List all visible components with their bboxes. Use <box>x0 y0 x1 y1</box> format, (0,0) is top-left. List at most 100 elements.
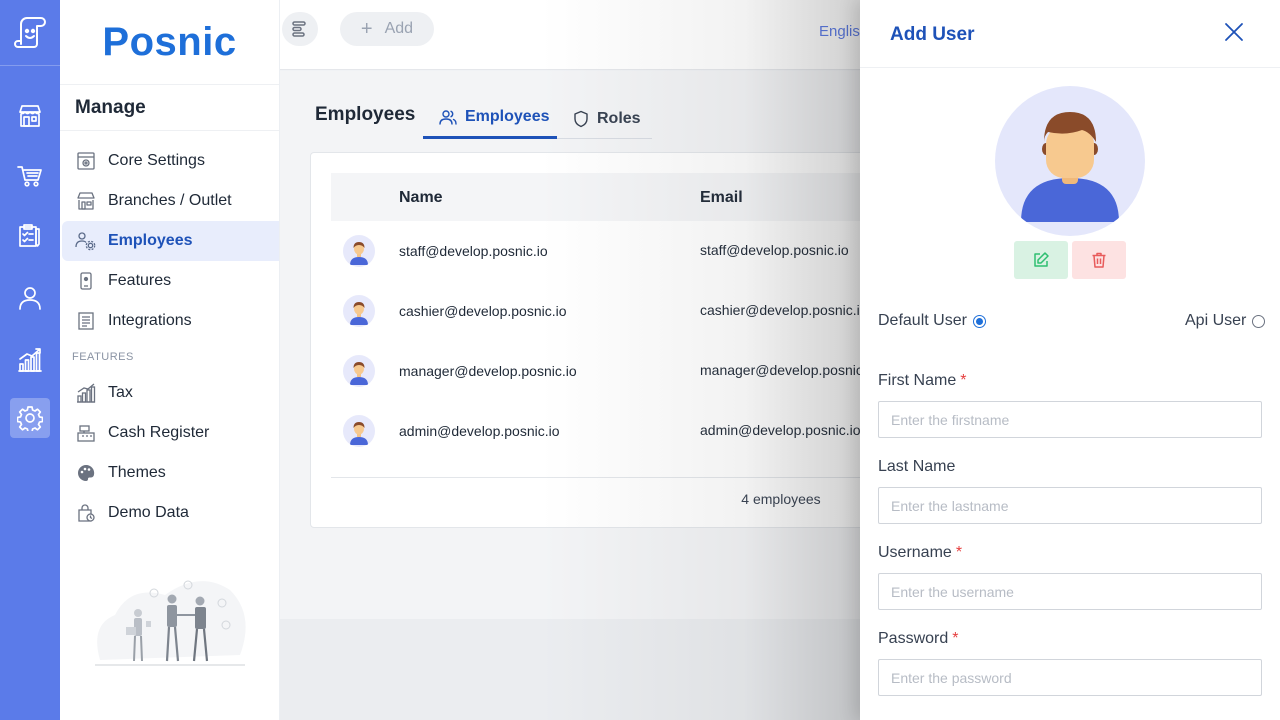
plus-icon: + <box>360 17 373 40</box>
tab-label: Roles <box>597 109 641 127</box>
password-label: Password * <box>878 630 959 647</box>
table-row[interactable]: manager@develop.posnic.io manager@develo… <box>331 341 891 401</box>
rail-users-button[interactable] <box>10 278 50 318</box>
first-name-label: First Name * <box>878 372 967 389</box>
employees-gear-icon <box>75 230 97 252</box>
rail-divider <box>0 65 60 66</box>
clipboard-icon <box>19 224 40 247</box>
app-logo-icon[interactable] <box>10 12 50 52</box>
menu-item-core-settings[interactable]: Core Settings <box>62 141 279 181</box>
chart-icon <box>18 348 42 372</box>
menu-item-tax[interactable]: Tax <box>62 373 279 413</box>
username-input[interactable] <box>878 573 1262 610</box>
menu-item-label: Cash Register <box>108 424 210 441</box>
close-icon <box>1225 23 1243 41</box>
avatar <box>343 295 375 327</box>
menu-item-label: Themes <box>108 464 166 481</box>
drawer-title: Add User <box>890 24 975 45</box>
menu-item-label: Integrations <box>108 312 192 329</box>
rail-reports-button[interactable] <box>10 216 50 256</box>
rail-analytics-button[interactable] <box>10 340 50 380</box>
menu-item-label: Employees <box>108 232 193 249</box>
radio-label: Api User <box>1185 312 1247 329</box>
avatar <box>343 355 375 387</box>
column-header-email[interactable]: Email <box>700 189 743 207</box>
store-icon <box>75 190 97 212</box>
page-title: Employees <box>315 104 416 125</box>
table-header: Name Email <box>331 173 891 221</box>
rail-cart-button[interactable] <box>10 156 50 196</box>
add-button[interactable]: + Add <box>340 12 434 46</box>
avatar <box>343 235 375 267</box>
settings-doc-icon <box>75 150 97 172</box>
rail-settings-button[interactable] <box>10 398 50 438</box>
employee-email: cashier@develop.posnic.io <box>700 302 868 318</box>
mobile-icon <box>75 270 97 292</box>
edit-icon <box>1034 252 1049 267</box>
menu-toggle-button[interactable] <box>282 12 318 46</box>
cart-icon <box>17 166 42 187</box>
last-name-label: Last Name <box>878 458 956 475</box>
menu-item-themes[interactable]: Themes <box>62 453 279 493</box>
menu-item-cash-register[interactable]: Cash Register <box>62 413 279 453</box>
user-avatar-preview <box>995 86 1145 236</box>
column-header-name[interactable]: Name <box>399 189 443 207</box>
radio-label: Default User <box>878 312 967 329</box>
team-illustration <box>95 580 246 666</box>
drawer-header: Add User <box>860 0 1280 68</box>
gear-icon <box>17 406 43 431</box>
icon-rail <box>0 0 60 720</box>
menu-item-label: Features <box>108 272 172 289</box>
cash-register-icon <box>75 422 97 444</box>
employee-email: manager@develop.posnic.io <box>700 362 878 378</box>
menu-item-features[interactable]: Features <box>62 261 279 301</box>
tab-roles[interactable]: Roles <box>571 98 641 139</box>
employee-name: cashier@develop.posnic.io <box>399 303 567 319</box>
employee-name: admin@develop.posnic.io <box>399 423 560 439</box>
tab-employees[interactable]: Employees <box>423 98 557 139</box>
menu-item-label: Tax <box>108 384 133 401</box>
user-type-default: Default User <box>878 312 986 330</box>
api-user-radio[interactable] <box>1252 314 1266 328</box>
default-user-radio[interactable] <box>972 314 986 328</box>
tab-label: Employees <box>465 108 550 125</box>
employee-email: staff@develop.posnic.io <box>700 242 849 258</box>
trash-icon <box>1092 252 1106 268</box>
menu-item-branches[interactable]: Branches / Outlet <box>62 181 279 221</box>
brand-logo[interactable]: Posnic <box>60 0 279 85</box>
table-row[interactable]: admin@develop.posnic.io admin@develop.po… <box>331 401 891 461</box>
user-type-api: Api User <box>1185 312 1266 330</box>
menu-list: Core Settings Branches / Outlet Employee… <box>60 131 279 533</box>
table-footer-divider <box>331 477 891 478</box>
menu-item-demo-data[interactable]: Demo Data <box>62 493 279 533</box>
employees-table-card: Name Email staff@develop.posnic.io staff… <box>310 152 910 528</box>
employee-name: manager@develop.posnic.io <box>399 363 577 379</box>
edit-avatar-button[interactable] <box>1014 241 1068 279</box>
user-icon <box>19 287 41 310</box>
employee-email: admin@develop.posnic.io <box>700 422 861 438</box>
last-name-input[interactable] <box>878 487 1262 524</box>
add-button-label: Add <box>384 20 414 37</box>
table-row[interactable]: staff@develop.posnic.io staff@develop.po… <box>331 221 891 281</box>
palette-icon <box>75 462 97 484</box>
table-row[interactable]: cashier@develop.posnic.io cashier@develo… <box>331 281 891 341</box>
menu-item-employees[interactable]: Employees <box>62 221 279 261</box>
rail-store-button[interactable] <box>10 96 50 136</box>
demo-bag-icon <box>75 502 97 524</box>
username-label: Username * <box>878 544 963 561</box>
menu-item-label: Demo Data <box>108 504 189 521</box>
menu-item-integrations[interactable]: Integrations <box>62 301 279 341</box>
settings-menu: Posnic Manage Core Settings Branches / O… <box>60 0 280 720</box>
add-user-drawer: Add User Default User Api User First Nam… <box>860 0 1280 720</box>
menu-item-label: Branches / Outlet <box>108 192 232 209</box>
first-name-input[interactable] <box>878 401 1262 438</box>
menu-section-heading: FEATURES <box>72 351 134 363</box>
delete-avatar-button[interactable] <box>1072 241 1126 279</box>
avatar <box>343 415 375 447</box>
employee-name: staff@develop.posnic.io <box>399 243 548 259</box>
menu-item-label: Core Settings <box>108 152 205 169</box>
close-button[interactable] <box>1222 20 1246 44</box>
password-input[interactable] <box>878 659 1262 696</box>
tabs: Employees Roles <box>423 98 652 139</box>
users-icon <box>439 108 457 126</box>
